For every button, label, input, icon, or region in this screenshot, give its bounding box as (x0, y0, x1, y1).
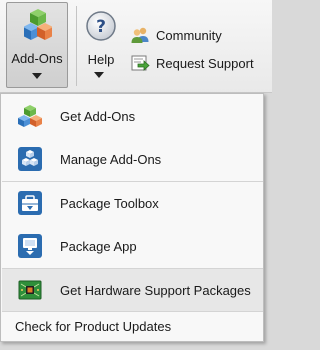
chevron-down-icon (94, 72, 104, 78)
add-ons-dropdown-menu: Get Add-Ons Manage Add-Ons Package Toolb… (0, 93, 264, 342)
menu-item-label: Package Toolbox (60, 195, 159, 211)
community-label: Community (156, 27, 222, 43)
svg-text:?: ? (96, 17, 106, 37)
chevron-down-icon (32, 73, 42, 79)
menu-item-label: Check for Product Updates (15, 319, 172, 334)
ribbon-toolbar: Add-Ons ? Help Community Request Support (0, 0, 272, 93)
add-ons-button[interactable]: Add-Ons (6, 2, 68, 88)
ribbon-divider (76, 6, 77, 86)
request-support-label: Request Support (156, 55, 254, 71)
support-arrow-icon (131, 55, 150, 71)
add-ons-label: Add-Ons (11, 51, 63, 66)
cubes-icon (18, 105, 42, 127)
manage-addons-icon (18, 147, 42, 171)
help-label: Help (87, 52, 115, 67)
menu-item-manage-add-ons[interactable]: Manage Add-Ons (2, 138, 263, 180)
menu-item-label: Package App (60, 238, 137, 254)
menu-item-get-hardware-support-packages[interactable]: Get Hardware Support Packages (2, 269, 263, 311)
circuit-board-icon (18, 280, 42, 300)
menu-item-label: Get Hardware Support Packages (60, 282, 251, 298)
menu-item-label: Get Add-Ons (60, 108, 136, 124)
menu-item-get-add-ons[interactable]: Get Add-Ons (2, 95, 263, 137)
menu-item-check-for-product-updates[interactable]: Check for Product Updates (2, 312, 263, 341)
request-support-button[interactable]: Request Support (130, 52, 254, 74)
question-icon: ? (86, 11, 116, 41)
help-button[interactable]: ? Help (82, 2, 120, 88)
cubes-icon (24, 9, 52, 40)
toolbox-icon (18, 191, 42, 215)
community-button[interactable]: Community (130, 24, 222, 46)
menu-item-package-toolbox[interactable]: Package Toolbox (2, 182, 263, 224)
menu-item-label: Manage Add-Ons (60, 151, 162, 167)
users-icon (131, 27, 149, 43)
menu-item-package-app[interactable]: Package App (2, 225, 263, 267)
package-app-icon (18, 234, 42, 258)
